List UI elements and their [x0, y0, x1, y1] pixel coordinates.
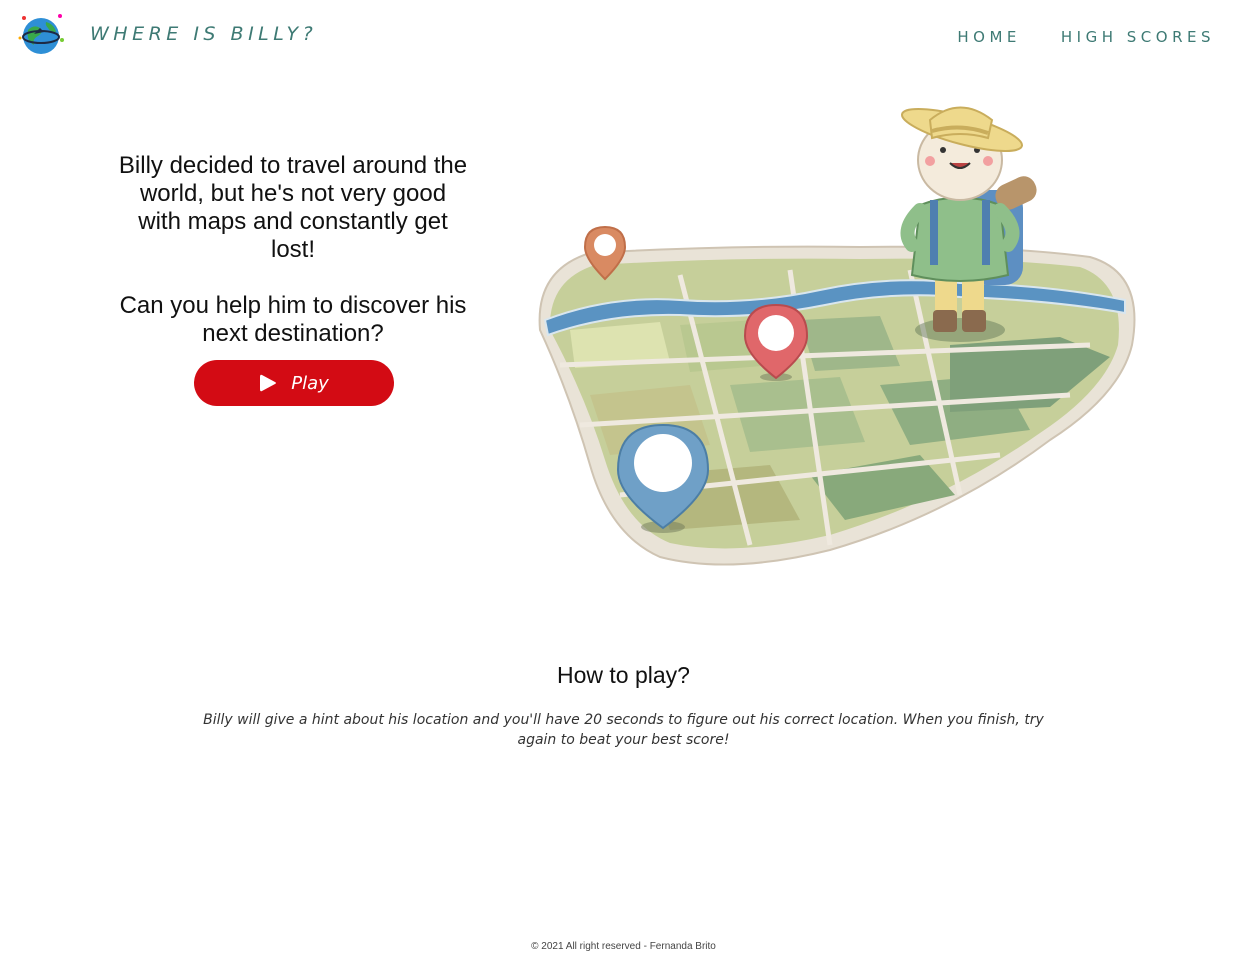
play-icon — [260, 374, 277, 392]
nav-high-scores-link[interactable]: HIGH SCORES — [1061, 28, 1215, 46]
intro-paragraph: Billy decided to travel around the world… — [118, 152, 468, 263]
header: WHERE IS BILLY? HOME HIGH SCORES — [0, 0, 1247, 70]
footer-copyright: © 2021 All right reserved - Fernanda Bri… — [531, 941, 716, 952]
nav-home-link[interactable]: HOME — [957, 28, 1021, 46]
play-button[interactable]: Play — [194, 360, 394, 406]
globe-logo-icon[interactable] — [16, 10, 66, 58]
play-button-label: Play — [291, 372, 329, 394]
how-to-play-text: Billy will give a hint about his locatio… — [203, 712, 1044, 748]
main-nav: HOME HIGH SCORES — [957, 28, 1215, 46]
site-title[interactable]: WHERE IS BILLY? — [90, 23, 317, 45]
map-illustration — [538, 106, 1136, 566]
intro-text: Billy decided to travel around the world… — [118, 152, 468, 376]
intro-question: Can you help him to discover his next de… — [119, 292, 467, 347]
how-to-play-title: How to play? — [557, 662, 690, 688]
